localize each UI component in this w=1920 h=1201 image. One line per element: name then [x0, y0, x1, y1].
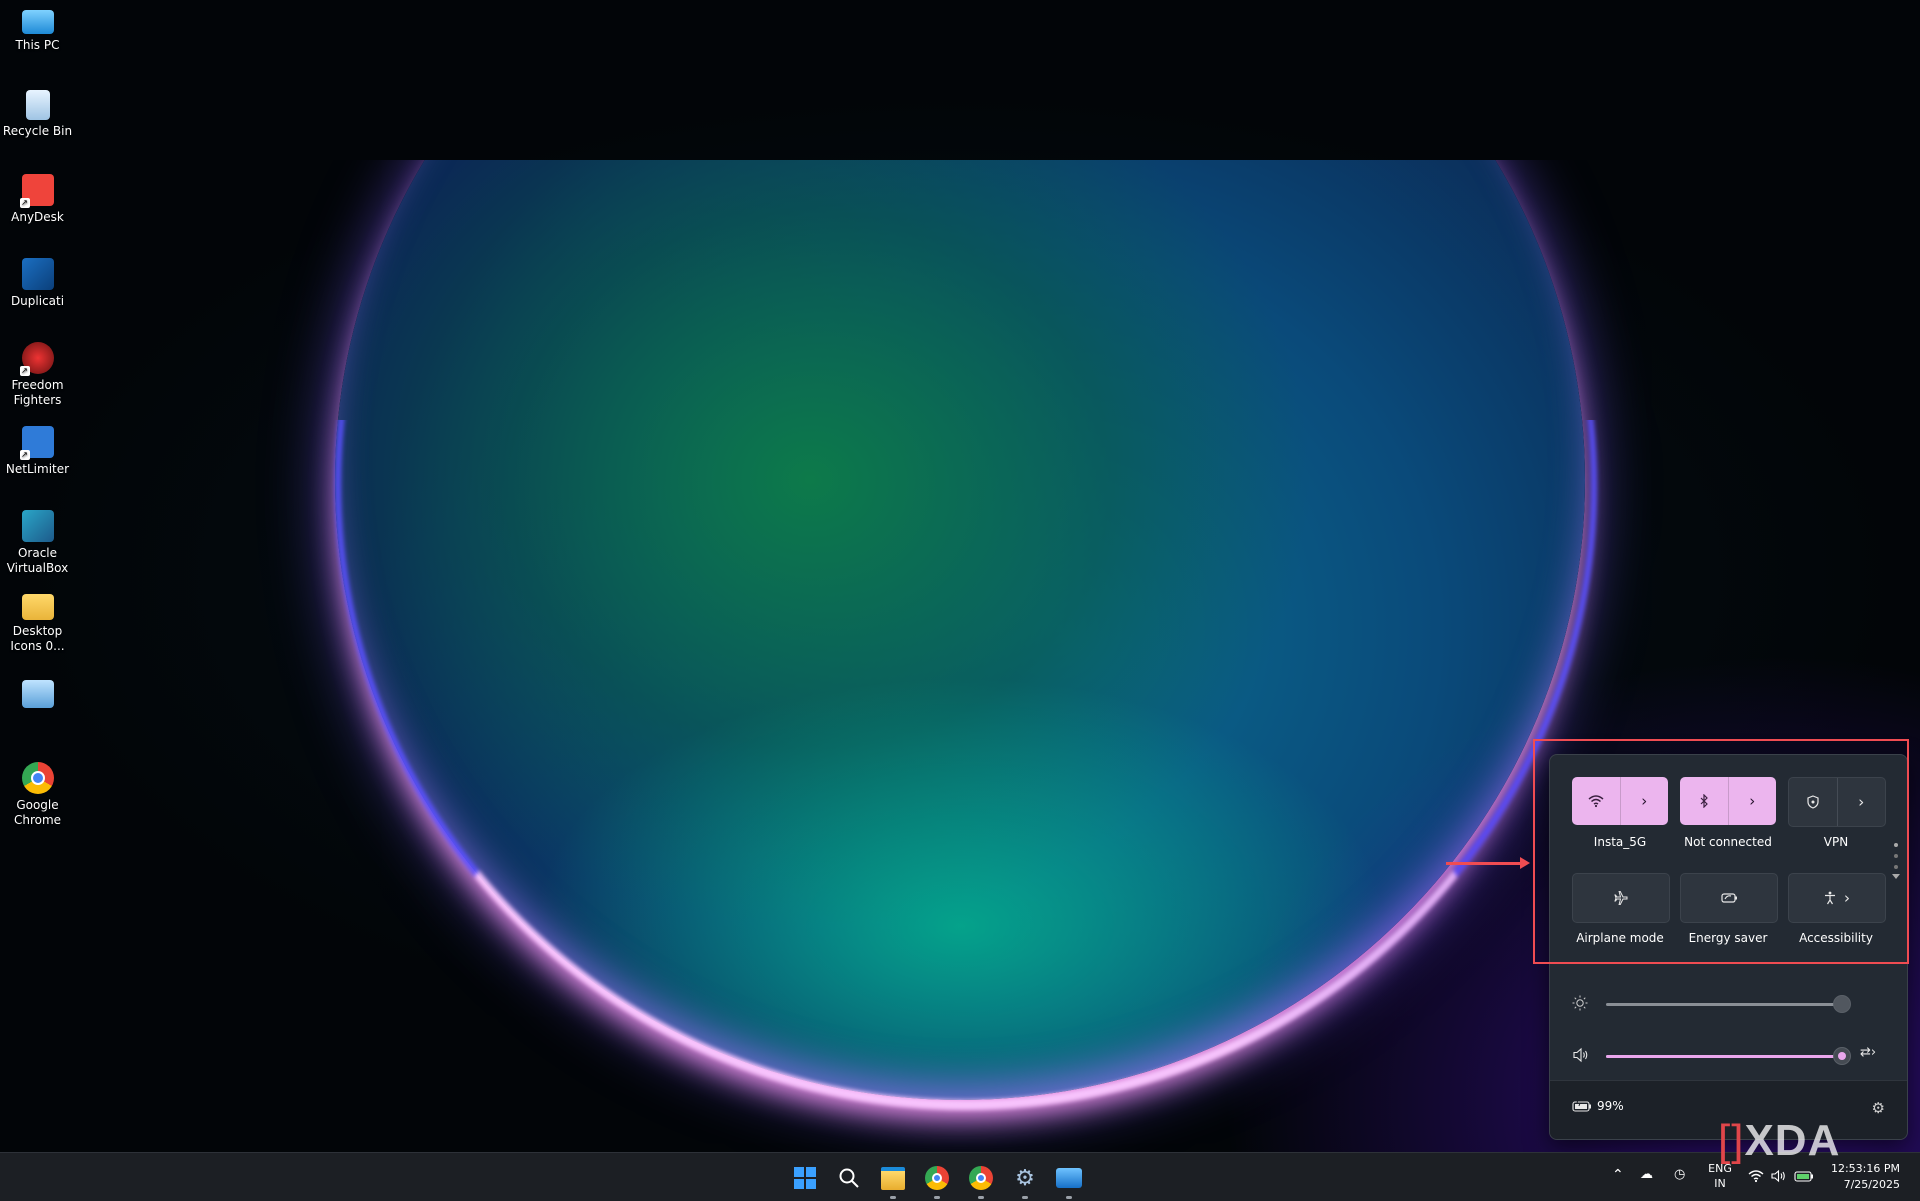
speaker-icon [1771, 1169, 1787, 1186]
desktop-icon-anydesk[interactable]: ↗ AnyDesk [0, 174, 75, 225]
region-code: IN [1714, 1177, 1726, 1190]
highlight-box [1533, 739, 1909, 964]
taskbar: ⚙ ⌃ ☁ ◷ ENG IN 12:53:16 PM 7/25/2025 [0, 1152, 1920, 1201]
presentation-icon [21, 680, 54, 708]
battery-button[interactable]: 99% [1572, 1099, 1624, 1113]
desktop-icon-label: Google Chrome [13, 798, 62, 827]
desktop-icon-label: This PC [15, 38, 60, 52]
brightness-icon [1572, 995, 1588, 1011]
gear-icon[interactable]: ⚙ [1872, 1099, 1885, 1117]
desktop-icon-label: Oracle VirtualBox [6, 546, 69, 575]
chrome-profile-icon [969, 1166, 993, 1190]
desktop-icon-folder[interactable]: Desktop Icons 0... [0, 594, 75, 654]
volume-slider-thumb[interactable] [1833, 1047, 1851, 1065]
desktop-icon-duplicati[interactable]: Duplicati [0, 258, 75, 309]
chrome-profile-button[interactable] [964, 1161, 998, 1199]
xda-watermark: []XDA [1718, 1116, 1841, 1165]
chrome-icon [925, 1166, 949, 1190]
annotation-arrow [1446, 857, 1530, 869]
start-button[interactable] [788, 1161, 822, 1195]
desktop-icon-label: AnyDesk [11, 210, 64, 224]
battery-charging-icon [1794, 1170, 1814, 1185]
speaker-icon[interactable] [1572, 1047, 1590, 1063]
desktop-icon-label: NetLimiter [5, 462, 70, 476]
desktop-icon-presentation[interactable] [0, 680, 75, 712]
desktop-icon-virtualbox[interactable]: Oracle VirtualBox [0, 510, 75, 576]
chevron-up-icon[interactable]: ⌃ [1612, 1167, 1624, 1183]
search-button[interactable] [832, 1161, 866, 1195]
virtualbox-icon [21, 510, 54, 542]
desktop-icon-freedom-fighters[interactable]: ↗ Freedom Fighters [0, 342, 75, 408]
system-tray-status[interactable] [1748, 1165, 1818, 1189]
clock-app-icon[interactable]: ◷ [1674, 1167, 1685, 1182]
settings-button[interactable]: ⚙ [1008, 1161, 1042, 1199]
chevron-right-icon: › [1870, 1045, 1877, 1060]
battery-percentage: 99% [1597, 1099, 1624, 1113]
desktop-icon-label: Duplicati [10, 294, 65, 308]
chrome-button[interactable] [920, 1161, 954, 1199]
battery-charging-icon [1572, 1100, 1591, 1112]
recycle-bin-icon [25, 90, 50, 120]
desktop-icon-label: Desktop Icons 0... [10, 624, 65, 653]
desktop-icon-this-pc[interactable]: This PC [0, 6, 75, 53]
desktop-icon-label: Freedom Fighters [11, 378, 64, 407]
search-icon [839, 1168, 859, 1188]
volume-slider[interactable] [1606, 1047, 1851, 1065]
audio-mixer-icon: ⇄ [1860, 1045, 1871, 1060]
netlimiter-icon: ↗ [19, 426, 54, 460]
chrome-icon [21, 762, 54, 794]
file-explorer-icon [881, 1166, 905, 1190]
clock-date: 7/25/2025 [1843, 1178, 1900, 1191]
photos-icon [1056, 1168, 1082, 1188]
brightness-slider[interactable] [1606, 995, 1851, 1013]
desktop-icon-recycle-bin[interactable]: Recycle Bin [0, 90, 75, 139]
volume-slider-fill [1606, 1055, 1842, 1058]
desktop-icon-netlimiter[interactable]: ↗ NetLimiter [0, 426, 75, 477]
folder-icon [21, 594, 54, 620]
anydesk-icon: ↗ [19, 174, 54, 208]
desktop-icon-label: Recycle Bin [2, 124, 73, 138]
freedom-fighters-icon: ↗ [19, 342, 54, 376]
duplicati-icon [21, 258, 54, 290]
desktop-icon-google-chrome[interactable]: Google Chrome [0, 762, 75, 828]
wifi-icon [1748, 1169, 1764, 1186]
onedrive-icon[interactable]: ☁ [1640, 1167, 1653, 1182]
file-explorer-button[interactable] [876, 1161, 910, 1199]
start-icon [794, 1167, 816, 1189]
brightness-slider-thumb[interactable] [1833, 995, 1851, 1013]
photos-button[interactable] [1052, 1161, 1086, 1199]
settings-icon: ⚙ [1015, 1165, 1035, 1191]
monitor-icon [21, 10, 54, 34]
audio-output-button[interactable]: ⇄› [1860, 1045, 1890, 1063]
